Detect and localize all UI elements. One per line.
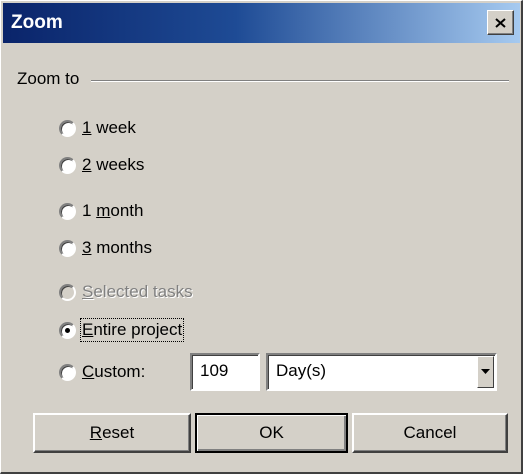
radio-label-custom: Custom: xyxy=(82,362,146,381)
radio-2-weeks[interactable]: 2 weeks xyxy=(59,151,144,179)
radio-button[interactable] xyxy=(59,239,76,257)
radio-label-1-week: 1 week xyxy=(82,118,136,137)
dialog-title: Zoom xyxy=(11,12,63,33)
custom-value-input[interactable]: 109 xyxy=(190,353,260,391)
dropdown-button[interactable] xyxy=(477,356,494,388)
radio-button xyxy=(59,283,76,301)
radio-label-1-month: 1 month xyxy=(82,201,144,220)
radio-button[interactable] xyxy=(59,321,76,339)
radio-1-week[interactable]: 1 week xyxy=(59,114,136,142)
radio-button[interactable] xyxy=(59,202,76,220)
close-icon xyxy=(495,17,506,28)
zoom-dialog: Zoom Zoom to 1 week 2 weeks 1 month 3 mo… xyxy=(0,0,523,474)
custom-unit-select[interactable]: Day(s) xyxy=(266,353,497,391)
reset-button[interactable]: Reset xyxy=(33,413,191,453)
radio-selected-tasks: Selected tasks xyxy=(59,278,193,306)
radio-label-entire-project: Entire project xyxy=(79,318,185,342)
radio-label-2-weeks: 2 weeks xyxy=(82,155,145,174)
radio-entire-project[interactable]: Entire project xyxy=(59,316,185,344)
chevron-down-icon xyxy=(481,369,490,374)
close-button[interactable] xyxy=(487,10,514,35)
radio-3-months[interactable]: 3 months xyxy=(59,234,152,262)
radio-button[interactable] xyxy=(59,363,76,381)
radio-button[interactable] xyxy=(59,156,76,174)
radio-label-selected-tasks: Selected tasks xyxy=(82,282,193,301)
custom-unit-value: Day(s) xyxy=(276,361,327,380)
title-bar: Zoom xyxy=(3,3,520,43)
radio-1-month[interactable]: 1 month xyxy=(59,197,143,225)
radio-custom[interactable]: Custom: xyxy=(59,358,145,386)
group-divider xyxy=(91,80,509,82)
radio-label-3-months: 3 months xyxy=(82,238,152,257)
radio-button[interactable] xyxy=(59,119,76,137)
zoom-to-group-label: Zoom to xyxy=(17,69,80,88)
cancel-button[interactable]: Cancel xyxy=(352,413,508,453)
reset-button-label: Reset xyxy=(89,423,135,442)
ok-button[interactable]: OK xyxy=(195,413,348,453)
